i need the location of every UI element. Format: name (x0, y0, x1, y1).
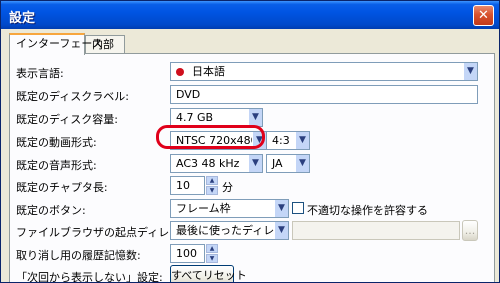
close-button[interactable]: ✕ (473, 5, 494, 26)
chevron-down-icon[interactable]: ▼ (252, 132, 266, 149)
audio-language-select[interactable]: JA ▼ (266, 154, 310, 173)
disc-capacity-value: 4.7 GB (176, 111, 214, 124)
title-bar[interactable]: 設定 ✕ (1, 1, 499, 29)
row-disc-capacity: 既定のディスク容量: 4.7 GB ▼ (10, 108, 496, 128)
disc-capacity-select[interactable]: 4.7 GB ▼ (170, 108, 263, 127)
window-title: 設定 (9, 11, 36, 26)
button-style-value: フレーム枠 (176, 202, 231, 215)
disc-label-input[interactable]: DVD (170, 85, 478, 104)
chevron-down-icon[interactable]: ▼ (295, 132, 309, 149)
aspect-ratio-value: 4:3 (272, 134, 290, 147)
settings-panel: 表示言語: 日本語 ▼ 既定のディスクラベル: DVD 既定のディスク容量: 4… (9, 53, 496, 283)
row-browser-dir: ファイルブラウザの起点ディレクトリ: 最後に使ったディレクトリ ▼ ... (10, 220, 496, 241)
audio-format-select[interactable]: AC3 48 kHz ▼ (170, 154, 263, 173)
language-label: 表示言語: (16, 67, 64, 80)
chevron-down-icon[interactable]: ▼ (248, 109, 262, 126)
allow-invalid-actions-checkbox[interactable] (292, 202, 304, 214)
video-format-label: 既定の動画形式: (16, 136, 97, 149)
reset-all-button[interactable]: すべてリセット (170, 265, 247, 282)
chevron-down-icon[interactable]: ▼ (295, 155, 309, 172)
chapter-length-label: 既定のチャプタ長: (16, 181, 108, 194)
undo-history-stepper[interactable]: ▲ ▼ (206, 244, 218, 263)
spin-down-icon[interactable]: ▼ (206, 186, 218, 195)
chevron-down-icon[interactable]: ▼ (463, 63, 477, 80)
language-select[interactable]: 日本語 ▼ (170, 62, 478, 81)
row-language: 表示言語: 日本語 ▼ (10, 62, 496, 82)
allow-invalid-actions-label: 不適切な操作を許容する (307, 204, 428, 217)
browser-dir-select[interactable]: 最後に使ったディレクトリ ▼ (170, 221, 289, 240)
row-audio-format: 既定の音声形式: AC3 48 kHz ▼ JA ▼ (10, 154, 496, 174)
chapter-length-unit: 分 (222, 181, 233, 194)
browser-dir-value: 最後に使ったディレクトリ (176, 224, 288, 237)
button-label: 既定のボタン: (16, 204, 86, 217)
dont-show-again-label: 「次回から表示しない」設定: (16, 271, 163, 283)
japan-flag-icon (176, 68, 184, 76)
language-value: 日本語 (192, 65, 225, 78)
browse-button[interactable]: ... (462, 220, 478, 241)
row-video-format: 既定の動画形式: NTSC 720x480 ▼ 4:3 ▼ (10, 131, 496, 151)
row-dont-show-again: 「次回から表示しない」設定: すべてリセット (10, 265, 496, 283)
spin-up-icon[interactable]: ▲ (206, 176, 218, 185)
disc-capacity-label: 既定のディスク容量: (16, 113, 118, 126)
button-style-select[interactable]: フレーム枠 ▼ (170, 199, 289, 218)
video-format-select[interactable]: NTSC 720x480 ▼ (170, 131, 267, 150)
chevron-down-icon[interactable]: ▼ (274, 200, 288, 217)
chapter-length-input[interactable]: 10 (170, 176, 205, 195)
chapter-length-stepper[interactable]: ▲ ▼ (206, 176, 218, 195)
row-undo-history: 取り消し用の履歴記憶数: 100 ▲ ▼ (10, 244, 496, 264)
video-format-value: NTSC 720x480 (176, 134, 258, 147)
chevron-down-icon[interactable]: ▼ (274, 222, 288, 239)
row-chapter-length: 既定のチャプタ長: 10 ▲ ▼ 分 (10, 176, 496, 196)
audio-format-label: 既定の音声形式: (16, 159, 97, 172)
disc-label-label: 既定のディスクラベル: (16, 90, 129, 103)
row-disc-label: 既定のディスクラベル: DVD (10, 85, 496, 105)
browser-dir-path-input[interactable] (292, 221, 460, 240)
undo-history-input[interactable]: 100 (170, 244, 205, 263)
settings-window: 設定 ✕ インターフェース 内部 表示言語: 日本語 ▼ 既定のディスクラベル:… (0, 0, 500, 283)
tab-interface[interactable]: インターフェース (9, 33, 103, 55)
spin-up-icon[interactable]: ▲ (206, 244, 218, 253)
audio-format-value: AC3 48 kHz (176, 157, 240, 170)
row-button: 既定のボタン: フレーム枠 ▼ 不適切な操作を許容する (10, 199, 496, 219)
undo-history-label: 取り消し用の履歴記憶数: (16, 249, 141, 262)
chevron-down-icon[interactable]: ▼ (248, 155, 262, 172)
audio-language-value: JA (272, 157, 283, 170)
aspect-ratio-select[interactable]: 4:3 ▼ (266, 131, 310, 150)
spin-down-icon[interactable]: ▼ (206, 254, 218, 263)
